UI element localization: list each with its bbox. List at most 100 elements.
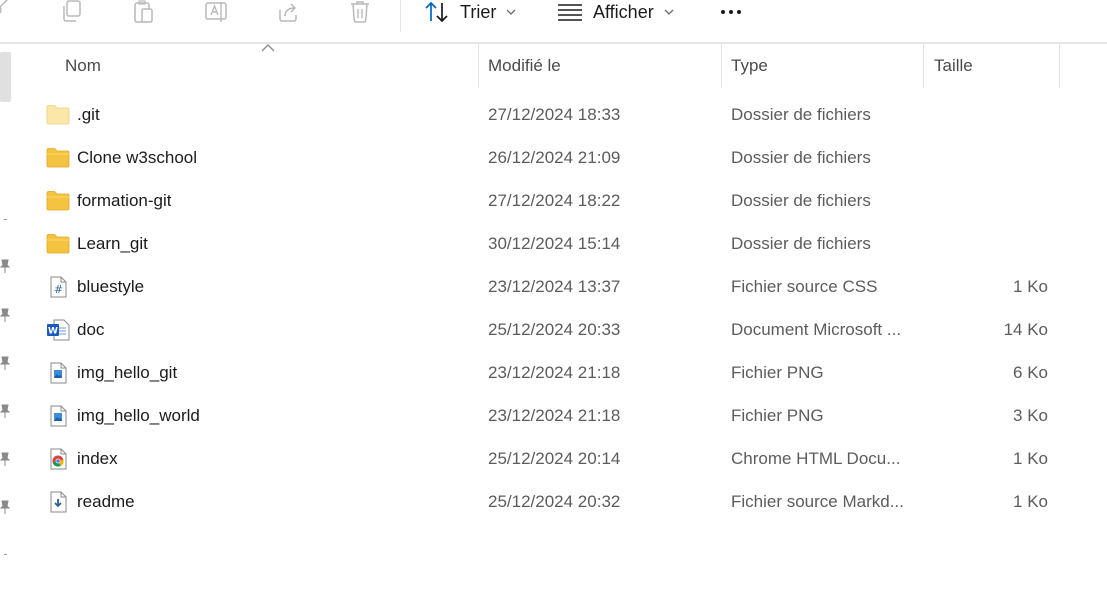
toolbar-separator — [400, 0, 401, 32]
navigation-pane-edge — [0, 44, 16, 597]
cut-icon[interactable] — [0, 0, 14, 24]
folder-light-icon — [46, 105, 70, 125]
pin-icon[interactable] — [0, 356, 10, 370]
image-file-icon — [50, 362, 67, 384]
file-row[interactable]: formation-git 27/12/2024 18:22 Dossier d… — [16, 179, 1060, 222]
copy-icon[interactable] — [59, 0, 85, 24]
file-modified: 27/12/2024 18:33 — [488, 104, 621, 124]
file-type: Chrome HTML Docu... — [731, 448, 901, 468]
rename-icon[interactable] — [203, 0, 229, 24]
file-type: Fichier source CSS — [731, 276, 878, 296]
more-dot-icon — [729, 10, 733, 14]
file-row[interactable]: readme 25/12/2024 20:32 Fichier source M… — [16, 480, 1060, 523]
file-modified: 23/12/2024 21:18 — [488, 362, 621, 382]
file-size — [936, 222, 1048, 265]
chevron-down-icon — [506, 7, 516, 17]
file-name: index — [77, 448, 118, 468]
more-options-button[interactable] — [716, 0, 746, 24]
column-resize-handle[interactable] — [478, 44, 479, 88]
file-name: formation-git — [77, 190, 172, 210]
file-modified: 23/12/2024 13:37 — [488, 276, 621, 296]
column-resize-handle[interactable] — [1059, 44, 1060, 88]
file-name: Learn_git — [77, 233, 148, 253]
file-type: Dossier de fichiers — [731, 190, 871, 210]
file-size: 1 Ko — [1013, 491, 1048, 511]
file-row[interactable]: index 25/12/2024 20:14 Chrome HTML Docu.… — [16, 437, 1060, 480]
file-name: img_hello_git — [77, 362, 178, 382]
folder-icon — [46, 191, 70, 211]
column-header-modified[interactable]: Modifié le — [488, 44, 561, 88]
sort-label: Trier — [460, 1, 497, 22]
pin-icon[interactable] — [0, 259, 10, 273]
view-list-icon — [557, 2, 583, 22]
nav-dot-icon — [4, 219, 7, 220]
column-header-size[interactable]: Taille — [934, 44, 973, 88]
share-icon[interactable] — [275, 0, 301, 24]
chrome-html-icon — [50, 448, 67, 470]
file-modified: 23/12/2024 21:18 — [488, 405, 621, 425]
nav-dot-icon — [4, 554, 7, 555]
file-modified: 25/12/2024 20:14 — [488, 448, 621, 468]
file-size — [936, 179, 1048, 222]
file-row[interactable]: .git 27/12/2024 18:33 Dossier de fichier… — [16, 93, 1060, 136]
word-document-icon: W — [47, 319, 70, 341]
view-label: Afficher — [593, 1, 654, 22]
column-header-name[interactable]: Nom — [65, 44, 101, 88]
file-row[interactable]: W doc 25/12/2024 20:33 Document Microsof… — [16, 308, 1060, 351]
file-type: Dossier de fichiers — [731, 233, 871, 253]
column-resize-handle[interactable] — [721, 44, 722, 88]
file-size: 1 Ko — [1013, 276, 1048, 296]
folder-icon — [46, 234, 70, 254]
file-name: doc — [77, 319, 105, 339]
view-button[interactable]: Afficher — [557, 0, 674, 24]
file-row[interactable]: img_hello_git 23/12/2024 21:18 Fichier P… — [16, 351, 1060, 394]
file-type: Fichier PNG — [731, 362, 824, 382]
css-file-icon: # — [50, 276, 67, 298]
file-size: 3 Ko — [1013, 405, 1048, 425]
file-type: Document Microsoft ... — [731, 319, 902, 339]
file-size: 14 Ko — [1003, 319, 1048, 339]
svg-text:W: W — [48, 327, 58, 337]
file-name: readme — [77, 491, 135, 511]
file-type: Fichier PNG — [731, 405, 824, 425]
file-size: 1 Ko — [1013, 448, 1048, 468]
file-modified: 30/12/2024 15:14 — [488, 233, 621, 253]
file-name: bluestyle — [77, 276, 145, 296]
column-header-type[interactable]: Type — [731, 44, 768, 88]
file-size — [936, 136, 1048, 179]
file-modified: 25/12/2024 20:33 — [488, 319, 621, 339]
more-dot-icon — [737, 10, 741, 14]
file-name: .git — [77, 104, 100, 124]
file-size — [936, 93, 1048, 136]
file-type: Dossier de fichiers — [731, 104, 871, 124]
paste-icon[interactable] — [131, 0, 157, 24]
file-type: Fichier source Markd... — [731, 491, 904, 511]
image-file-icon — [50, 405, 67, 427]
column-resize-handle[interactable] — [923, 44, 924, 88]
file-row[interactable]: # bluestyle 23/12/2024 13:37 Fichier sou… — [16, 265, 1060, 308]
file-modified: 25/12/2024 20:32 — [488, 491, 621, 511]
delete-icon[interactable] — [347, 0, 373, 24]
sort-icon — [424, 1, 450, 23]
nav-scrollbar-thumb[interactable] — [0, 52, 11, 102]
file-size: 6 Ko — [1013, 362, 1048, 382]
pin-icon[interactable] — [0, 500, 10, 514]
file-row[interactable]: Clone w3school 26/12/2024 21:09 Dossier … — [16, 136, 1060, 179]
file-type: Dossier de fichiers — [731, 147, 871, 167]
file-row[interactable]: Learn_git 30/12/2024 15:14 Dossier de fi… — [16, 222, 1060, 265]
sort-button[interactable]: Trier — [424, 0, 516, 24]
pin-icon[interactable] — [0, 452, 10, 466]
pin-icon[interactable] — [0, 404, 10, 418]
more-dot-icon — [721, 10, 725, 14]
svg-text:#: # — [54, 283, 63, 296]
folder-icon — [46, 148, 70, 168]
command-bar: Trier Afficher — [0, 0, 1107, 42]
file-name: img_hello_world — [77, 405, 200, 425]
file-row[interactable]: img_hello_world 23/12/2024 21:18 Fichier… — [16, 394, 1060, 437]
sort-ascending-caret-icon — [261, 44, 275, 52]
file-modified: 27/12/2024 18:22 — [488, 190, 621, 210]
file-modified: 26/12/2024 21:09 — [488, 147, 621, 167]
markdown-file-icon — [50, 491, 67, 513]
pin-icon[interactable] — [0, 308, 10, 322]
chevron-down-icon — [664, 7, 674, 17]
